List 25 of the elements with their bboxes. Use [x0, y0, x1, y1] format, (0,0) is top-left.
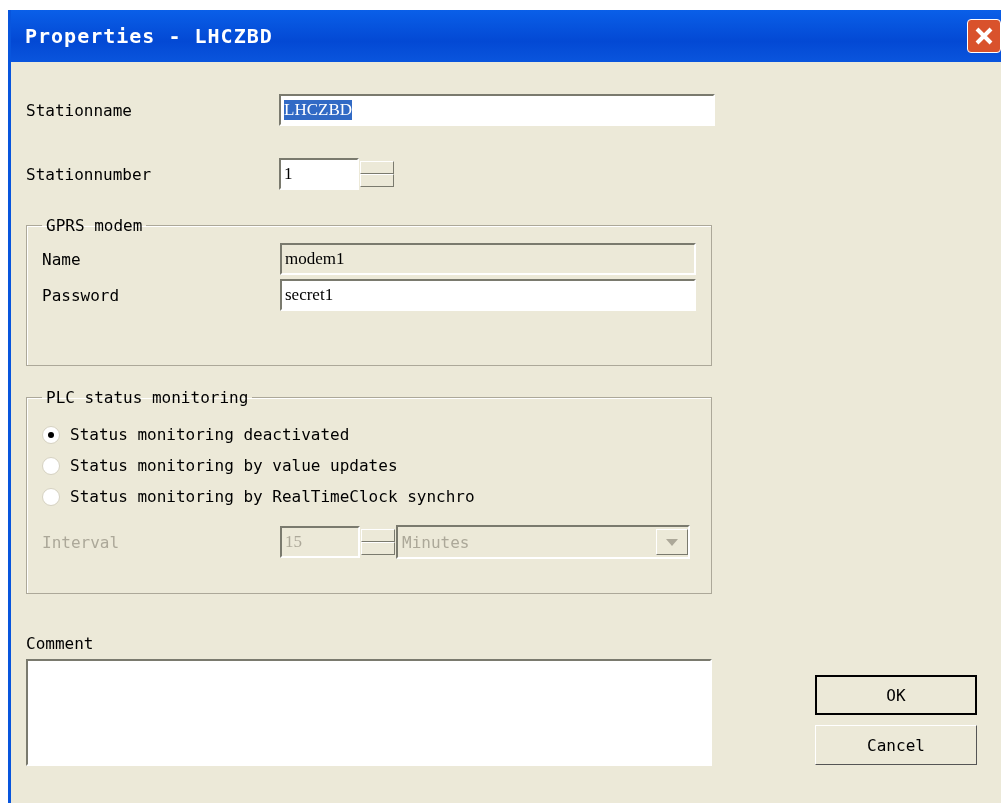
radio-label: Status monitoring by value updates [70, 456, 398, 475]
dialog-button[interactable]: Cancel [815, 725, 977, 765]
stationnumber-field[interactable]: 1 [279, 158, 359, 190]
group-title: GPRS modem [45, 216, 144, 235]
comment-field[interactable] [26, 659, 712, 766]
radio-button[interactable] [42, 425, 60, 444]
dialog-button[interactable]: OK [815, 675, 977, 715]
comment-label: Comment [26, 634, 95, 653]
field-label: Password [42, 285, 121, 305]
radio-label: Status monitoring by RealTimeClock synchro [70, 487, 475, 506]
radio-button[interactable] [42, 456, 60, 475]
radio-button[interactable] [42, 487, 60, 506]
field-label: Interval [42, 532, 121, 552]
field-label: Stationnumber [26, 164, 153, 184]
text-field[interactable]: secret1 [280, 279, 696, 311]
spin-button[interactable] [359, 160, 395, 188]
dropdown-arrow-icon [666, 538, 678, 546]
group-title: PLC status monitoring [45, 388, 250, 407]
window-title: Properties - LHCZBD [25, 24, 273, 48]
close-icon [974, 26, 994, 46]
stationname-field[interactable]: LHCZBD [279, 94, 715, 126]
close-button[interactable] [967, 19, 1001, 53]
radio-label: Status monitoring deactivated [70, 425, 350, 444]
field-label: Name [42, 249, 82, 269]
field-label: Stationname [26, 100, 133, 120]
